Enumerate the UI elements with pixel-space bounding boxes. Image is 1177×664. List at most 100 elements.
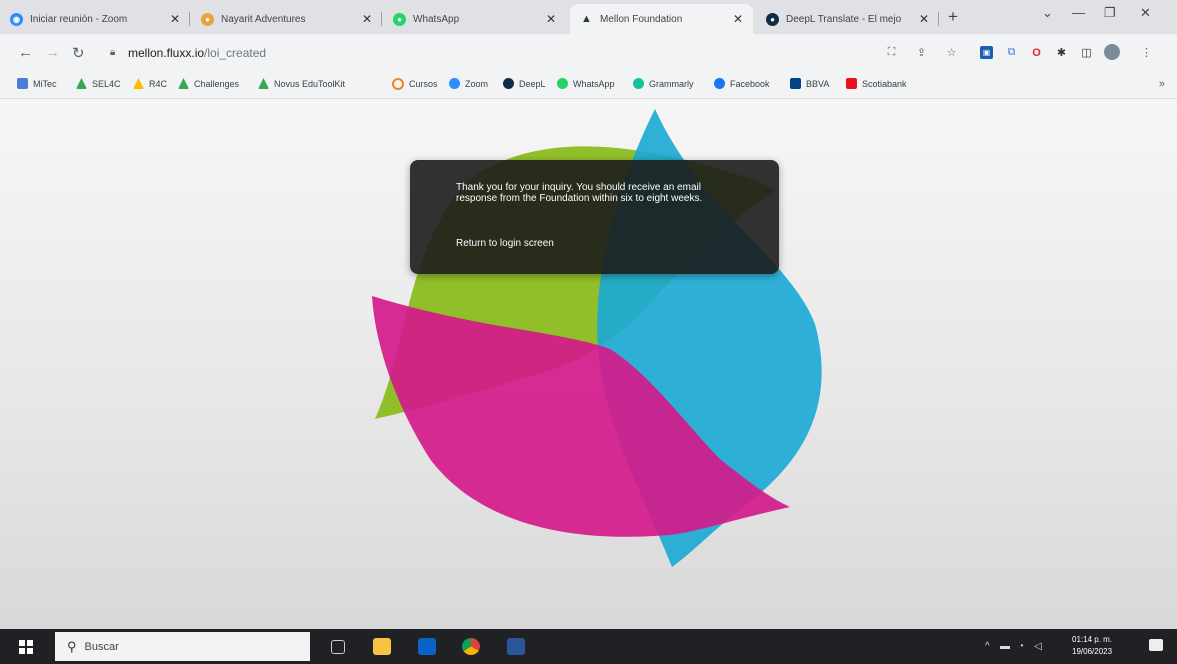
location-pin-icon: ● bbox=[201, 12, 214, 26]
drive-icon bbox=[178, 78, 189, 89]
word-icon[interactable] bbox=[507, 638, 525, 655]
tab-deepl[interactable]: ● DeepL Translate - El mejo ✕ bbox=[756, 4, 939, 34]
facebook-icon bbox=[714, 78, 725, 89]
clock-time: 01:14 p. m. bbox=[1072, 635, 1113, 644]
bookmark-label: Zoom bbox=[465, 78, 489, 89]
close-tab-icon[interactable]: ✕ bbox=[544, 12, 558, 26]
return-to-login-link[interactable]: Return to login screen bbox=[456, 238, 554, 249]
bookmark-scotiabank[interactable]: Scotiabank bbox=[846, 78, 907, 89]
outlook-icon[interactable] bbox=[418, 638, 436, 655]
wifi-icon[interactable]: ◔ bbox=[1018, 641, 1024, 652]
whatsapp-icon bbox=[557, 78, 568, 89]
menu-icon[interactable]: ⋮ bbox=[1140, 46, 1153, 59]
address-bar[interactable]: 🔒︎ mellon.fluxx.io /loi_created bbox=[100, 40, 920, 65]
bookmark-r4c[interactable]: R4C bbox=[133, 78, 167, 89]
bookmark-label: MiTec bbox=[33, 78, 57, 89]
bookmark-cursos[interactable]: Cursos bbox=[392, 78, 438, 90]
bookmark-label: Grammarly bbox=[649, 78, 694, 89]
close-tab-icon[interactable]: ✕ bbox=[168, 12, 182, 26]
close-window-button[interactable]: ✕ bbox=[1140, 5, 1151, 21]
reload-icon[interactable]: ↻ bbox=[72, 44, 85, 62]
url-host: mellon.fluxx.io bbox=[128, 45, 205, 60]
new-tab-button[interactable]: + bbox=[948, 7, 958, 27]
bookmark-label: BBVA bbox=[806, 78, 830, 89]
mellon-icon: ▲ bbox=[580, 12, 593, 26]
whatsapp-icon: ● bbox=[393, 12, 406, 26]
chevron-up-icon[interactable]: ^ bbox=[985, 641, 990, 652]
browser-toolbar: ← → ↻ 🔒︎ mellon.fluxx.io /loi_created ⛶ … bbox=[0, 34, 1177, 72]
bookmark-mitec[interactable]: MiTec bbox=[17, 78, 57, 89]
task-view-icon[interactable] bbox=[331, 640, 345, 654]
tab-title: Mellon Foundation bbox=[600, 13, 683, 25]
bookmark-zoom[interactable]: Zoom bbox=[449, 78, 488, 89]
taskbar-search[interactable]: ⚲ Buscar bbox=[55, 632, 310, 661]
bookmark-label: Challenges bbox=[194, 78, 240, 89]
tab-title: DeepL Translate - El mejo bbox=[786, 13, 902, 25]
bookmark-bbva[interactable]: BBVA bbox=[790, 78, 829, 89]
clock-date: 19/06/2023 bbox=[1072, 647, 1113, 656]
bookmark-challenges[interactable]: Challenges bbox=[178, 78, 239, 89]
close-tab-icon[interactable]: ✕ bbox=[917, 12, 931, 26]
translate-icon[interactable]: ⛶ bbox=[885, 46, 898, 59]
tab-whatsapp[interactable]: ● WhatsApp ✕ bbox=[383, 4, 566, 34]
bookmark-label: WhatsApp bbox=[573, 78, 615, 89]
tab-zoom[interactable]: ◉ Iniciar reunión - Zoom ✕ bbox=[0, 4, 190, 34]
confirmation-dialog: Thank you for your inquiry. You should r… bbox=[410, 160, 779, 274]
opera-icon[interactable]: O bbox=[1030, 46, 1043, 59]
more-bookmarks-icon[interactable]: » bbox=[1159, 78, 1165, 90]
bookmark-facebook[interactable]: Facebook bbox=[714, 78, 770, 89]
forward-arrow-icon[interactable]: → bbox=[45, 44, 60, 61]
close-tab-icon[interactable]: ✕ bbox=[360, 12, 374, 26]
bookmark-whatsapp[interactable]: WhatsApp bbox=[557, 78, 615, 89]
bookmark-label: DeepL bbox=[519, 78, 546, 89]
tab-nayarit[interactable]: ● Nayarit Adventures ✕ bbox=[191, 4, 382, 34]
taskbar: ⚲ Buscar ^ ▬ ◔ ◁ 01:14 p. m. 19/06/2023 bbox=[0, 629, 1177, 664]
close-tab-icon[interactable]: ✕ bbox=[731, 12, 745, 26]
tab-mellon-foundation[interactable]: ▲ Mellon Foundation ✕ bbox=[570, 4, 753, 34]
browser-tab-strip: ◉ Iniciar reunión - Zoom ✕ ● Nayarit Adv… bbox=[0, 0, 1177, 34]
tab-search-icon[interactable]: ⌄ bbox=[1042, 5, 1053, 21]
profile-avatar[interactable] bbox=[1104, 44, 1120, 60]
bookmark-label: Scotiabank bbox=[862, 78, 907, 89]
windows-start-icon[interactable] bbox=[19, 640, 33, 654]
lock-icon[interactable]: 🔒︎ bbox=[110, 47, 122, 58]
chrome-icon[interactable] bbox=[462, 638, 480, 655]
tab-divider bbox=[381, 12, 382, 26]
bookmark-deepl[interactable]: DeepL bbox=[503, 78, 546, 89]
drive-icon bbox=[133, 78, 144, 89]
bookmark-novus[interactable]: Novus EduToolKit bbox=[258, 78, 345, 89]
url-path: /loi_created bbox=[204, 45, 267, 60]
bookmark-star-icon[interactable]: ☆ bbox=[945, 46, 958, 59]
extension-icon[interactable]: ▣ bbox=[980, 46, 993, 59]
confirmation-message: Thank you for your inquiry. You should r… bbox=[456, 182, 703, 204]
tab-title: Iniciar reunión - Zoom bbox=[30, 13, 128, 25]
grid-icon bbox=[17, 78, 28, 89]
bookmark-label: Cursos bbox=[409, 79, 438, 89]
scotiabank-icon bbox=[846, 78, 857, 89]
bookmarks-bar: MiTec SEL4C R4C Challenges Novus EduTool… bbox=[0, 72, 1177, 99]
share-icon[interactable]: ⇪ bbox=[915, 46, 928, 59]
grammarly-icon bbox=[633, 78, 644, 89]
deepl-icon: ● bbox=[766, 12, 779, 26]
minimize-button[interactable]: — bbox=[1072, 5, 1085, 20]
restore-button[interactable]: ❐ bbox=[1104, 5, 1116, 21]
cursos-icon bbox=[392, 78, 404, 90]
extensions-puzzle-icon[interactable]: ✱ bbox=[1055, 46, 1068, 59]
tab-divider bbox=[938, 12, 939, 26]
file-explorer-icon[interactable] bbox=[373, 638, 391, 655]
side-panel-icon[interactable]: ◫ bbox=[1080, 46, 1093, 59]
zoom-icon: ◉ bbox=[10, 12, 23, 26]
bookmark-label: R4C bbox=[149, 78, 168, 89]
taskbar-clock[interactable]: 01:14 p. m. 19/06/2023 bbox=[1072, 634, 1112, 658]
bookmark-grammarly[interactable]: Grammarly bbox=[633, 78, 694, 89]
zoom-icon bbox=[449, 78, 460, 89]
bookmark-sel4c[interactable]: SEL4C bbox=[76, 78, 121, 89]
volume-icon[interactable]: ◁ bbox=[1034, 641, 1042, 652]
back-arrow-icon[interactable]: ← bbox=[18, 44, 33, 61]
bookmark-label: Facebook bbox=[730, 78, 770, 89]
notifications-icon[interactable] bbox=[1149, 639, 1163, 651]
tab-title: Nayarit Adventures bbox=[221, 13, 306, 25]
bbva-icon bbox=[790, 78, 801, 89]
extension-translate-icon[interactable]: ⧉ bbox=[1005, 46, 1018, 59]
battery-icon[interactable]: ▬ bbox=[1000, 641, 1010, 652]
